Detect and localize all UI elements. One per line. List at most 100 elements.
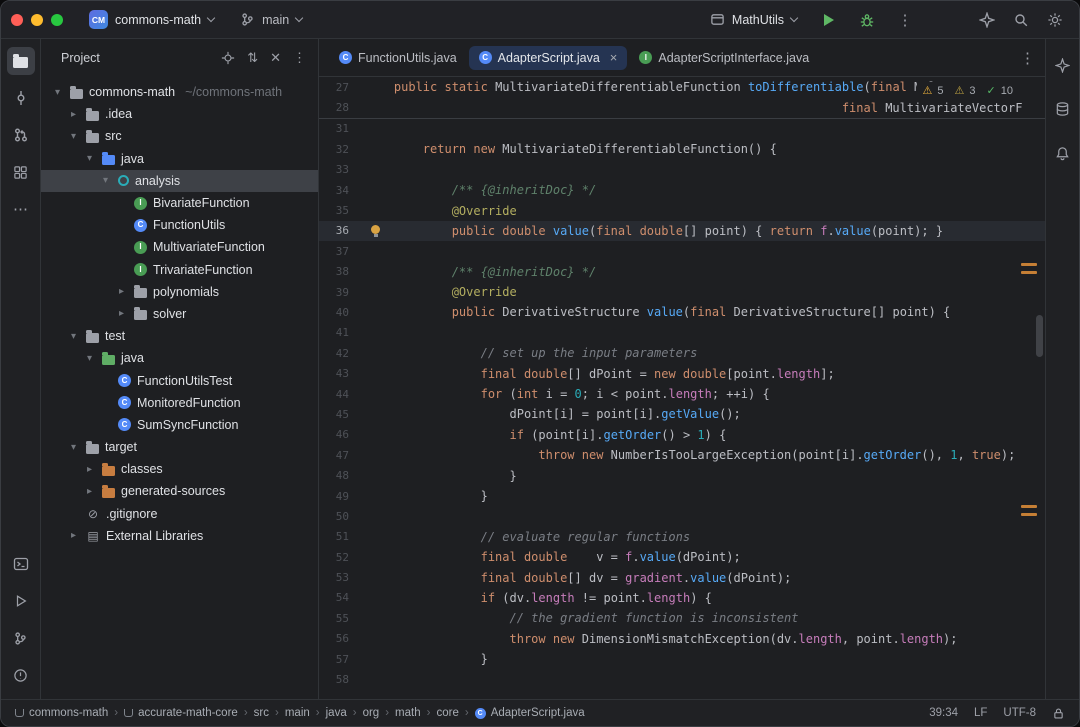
git-toolwindow-button[interactable] (7, 624, 35, 652)
lock-icon[interactable] (1052, 707, 1065, 720)
tree-item-MonitoredFunction[interactable]: CMonitoredFunction (41, 392, 318, 414)
run-config-widget[interactable]: MathUtils (702, 8, 805, 31)
tree-item-TrivariateFunction[interactable]: ITrivariateFunction (41, 259, 318, 281)
code-line-43[interactable]: 43 final double[] dPoint = new double[po… (319, 363, 1045, 383)
code-line-39[interactable]: 39 @Override (319, 282, 1045, 302)
editor[interactable]: 27 public static MultivariateDifferentia… (319, 77, 1045, 699)
code-line-51[interactable]: 51 // evaluate regular functions (319, 527, 1045, 547)
project-toolwindow-button[interactable] (7, 47, 35, 75)
notifications-toolwindow-button[interactable] (1049, 139, 1077, 167)
more-options-icon[interactable]: ⋮ (293, 50, 306, 66)
more-run-options-button[interactable]: ⋮ (891, 6, 919, 34)
close-tab-icon[interactable]: × (610, 51, 618, 64)
tree-item-BivariateFunction[interactable]: IBivariateFunction (41, 192, 318, 214)
minimize-window-button[interactable] (31, 14, 43, 26)
expand-collapse-icon[interactable]: ⇅ (247, 50, 258, 66)
tree-item-solver[interactable]: ▸solver (41, 303, 318, 325)
tree-item-java[interactable]: ▾java (41, 148, 318, 170)
tree-item-.idea[interactable]: ▸.idea (41, 103, 318, 125)
breadcrumb-math[interactable]: math (395, 707, 421, 719)
tree-item-SumSyncFunction[interactable]: CSumSyncFunction (41, 414, 318, 436)
editor-scrollbar[interactable] (1036, 315, 1043, 357)
tree-item-polynomials[interactable]: ▸polynomials (41, 281, 318, 303)
code-line-40[interactable]: 40 public DerivativeStructure value(fina… (319, 302, 1045, 322)
tree-item-test[interactable]: ▾test (41, 325, 318, 347)
tree-item-FunctionUtilsTest[interactable]: CFunctionUtilsTest (41, 369, 318, 391)
breadcrumb-accurate-math-core[interactable]: accurate-math-core (124, 707, 238, 719)
ai-chat-toolwindow-button[interactable] (1049, 51, 1077, 79)
tree-item-classes[interactable]: ▸classes (41, 458, 318, 480)
close-window-button[interactable] (11, 14, 23, 26)
code-line-35[interactable]: 35 @Override (319, 200, 1045, 220)
select-opened-file-icon[interactable] (221, 51, 235, 65)
breadcrumb-main[interactable]: main (285, 707, 310, 719)
breadcrumb-commons-math[interactable]: commons-math (15, 707, 108, 719)
breadcrumb-src[interactable]: src (254, 707, 269, 719)
zoom-window-button[interactable] (51, 14, 63, 26)
code-line-52[interactable]: 52 final double v = f.value(dPoint); (319, 547, 1045, 567)
settings-button[interactable] (1041, 6, 1069, 34)
code-line-37[interactable]: 37 (319, 241, 1045, 261)
code-line-53[interactable]: 53 final double[] dv = gradient.value(dP… (319, 567, 1045, 587)
code-line-34[interactable]: 34 /** {@inheritDoc} */ (319, 180, 1045, 200)
terminal-toolwindow-button[interactable] (7, 550, 35, 578)
tab-AdapterScript.java[interactable]: CAdapterScript.java× (469, 46, 628, 70)
tree-item-MultivariateFunction[interactable]: IMultivariateFunction (41, 236, 318, 258)
caret-position[interactable]: 39:34 (929, 707, 958, 719)
tree-item-.gitignore[interactable]: ⊘.gitignore (41, 503, 318, 525)
warning-stripe-mark[interactable] (1021, 505, 1037, 508)
structure-toolwindow-button[interactable] (7, 158, 35, 186)
tree-item-java[interactable]: ▾java (41, 347, 318, 369)
more-toolwindows-button[interactable]: ⋯ (7, 195, 35, 223)
commit-toolwindow-button[interactable] (7, 84, 35, 112)
code-line-33[interactable]: 33 (319, 160, 1045, 180)
ai-assistant-button[interactable] (973, 6, 1001, 34)
code-line-36[interactable]: 36 public double value(final double[] po… (319, 221, 1045, 241)
code-line-28[interactable]: 28 final MultivariateVectorF (319, 97, 1045, 117)
tree-item-target[interactable]: ▾target (41, 436, 318, 458)
code-line-45[interactable]: 45 dPoint[i] = point[i].getValue(); (319, 404, 1045, 424)
hide-panel-icon[interactable]: ✕ (270, 50, 281, 66)
line-separator[interactable]: LF (974, 707, 987, 719)
code-line-50[interactable]: 50 (319, 506, 1045, 526)
problems-toolwindow-button[interactable] (7, 661, 35, 689)
code-line-56[interactable]: 56 throw new DimensionMismatchException(… (319, 629, 1045, 649)
code-line-44[interactable]: 44 for (int i = 0; i < point.length; ++i… (319, 384, 1045, 404)
run-toolwindow-button[interactable] (7, 587, 35, 615)
breadcrumb-org[interactable]: org (363, 707, 380, 719)
tree-item-generated-sources[interactable]: ▸generated-sources (41, 480, 318, 502)
branch-widget[interactable]: main (232, 8, 310, 31)
run-button[interactable] (815, 6, 843, 34)
inspections-widget[interactable]: ⚠ 5 ⚠ 3 ✓ 10 (917, 82, 1019, 99)
tree-item-External Libraries[interactable]: ▸▤External Libraries (41, 525, 318, 547)
intention-bulb-icon[interactable] (371, 225, 380, 234)
tab-AdapterScriptInterface.java[interactable]: IAdapterScriptInterface.java (629, 46, 819, 70)
warning-stripe-mark[interactable] (1021, 271, 1037, 274)
tree-item-FunctionUtils[interactable]: CFunctionUtils (41, 214, 318, 236)
code-line-49[interactable]: 49 } (319, 486, 1045, 506)
database-toolwindow-button[interactable] (1049, 95, 1077, 123)
search-everywhere-button[interactable] (1007, 6, 1035, 34)
tab-FunctionUtils.java[interactable]: CFunctionUtils.java (329, 46, 467, 70)
tree-item-analysis[interactable]: ▾analysis (41, 170, 318, 192)
code-line-55[interactable]: 55 // the gradient function is inconsist… (319, 608, 1045, 628)
code-line-57[interactable]: 57 } (319, 649, 1045, 669)
code-line-47[interactable]: 47 throw new NumberIsTooLargeException(p… (319, 445, 1045, 465)
warning-stripe-mark[interactable] (1021, 263, 1037, 266)
code-line-41[interactable]: 41 (319, 323, 1045, 343)
project-widget[interactable]: CM commons-math (81, 6, 222, 33)
code-line-46[interactable]: 46 if (point[i].getOrder() > 1) { (319, 425, 1045, 445)
code-line-58[interactable]: 58 (319, 669, 1045, 689)
file-encoding[interactable]: UTF-8 (1003, 707, 1036, 719)
breadcrumb-AdapterScript.java[interactable]: CAdapterScript.java (475, 707, 585, 719)
breadcrumb-java[interactable]: java (326, 707, 347, 719)
code-line-48[interactable]: 48 } (319, 465, 1045, 485)
tab-options-icon[interactable]: ⋮ (1020, 49, 1035, 67)
tree-item-commons-math[interactable]: ▾commons-math~/commons-math (41, 81, 318, 103)
pull-requests-toolwindow-button[interactable] (7, 121, 35, 149)
debug-button[interactable] (853, 6, 881, 34)
code-line-54[interactable]: 54 if (dv.length != point.length) { (319, 588, 1045, 608)
breadcrumb-core[interactable]: core (436, 707, 458, 719)
warning-stripe-mark[interactable] (1021, 513, 1037, 516)
code-line-42[interactable]: 42 // set up the input parameters (319, 343, 1045, 363)
